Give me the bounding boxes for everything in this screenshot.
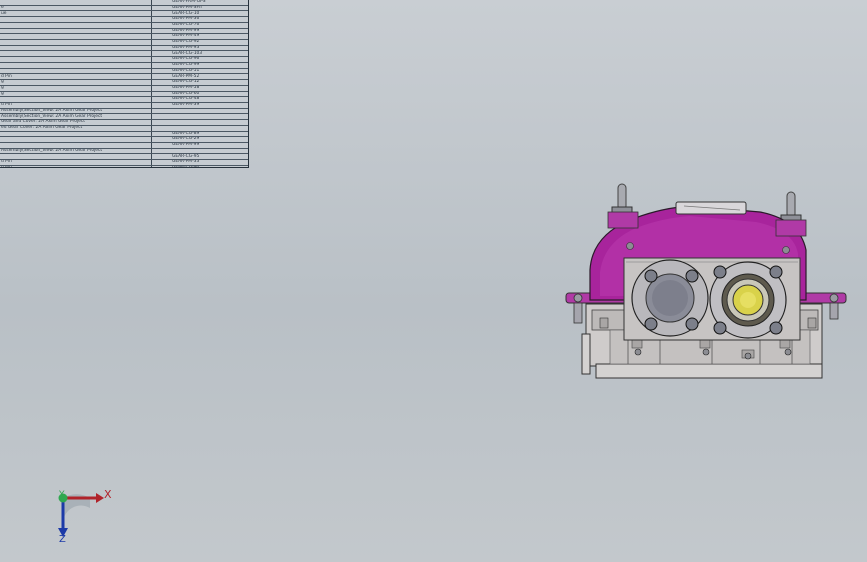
output-shaft-bearing bbox=[709, 261, 787, 339]
triad-x-arrow bbox=[96, 493, 104, 503]
eye-bolt-left bbox=[611, 183, 633, 214]
model-viewport[interactable] bbox=[0, 0, 867, 562]
triad-x-label: X bbox=[104, 488, 112, 501]
gearbox-model[interactable] bbox=[565, 183, 847, 379]
triad-z-label: Z bbox=[59, 534, 66, 544]
triad-y-label: Y bbox=[58, 490, 65, 500]
coordinate-triad: X Y Z bbox=[58, 488, 112, 544]
input-shaft-bearing-cap bbox=[631, 259, 709, 337]
eye-bolt-right bbox=[780, 191, 802, 222]
